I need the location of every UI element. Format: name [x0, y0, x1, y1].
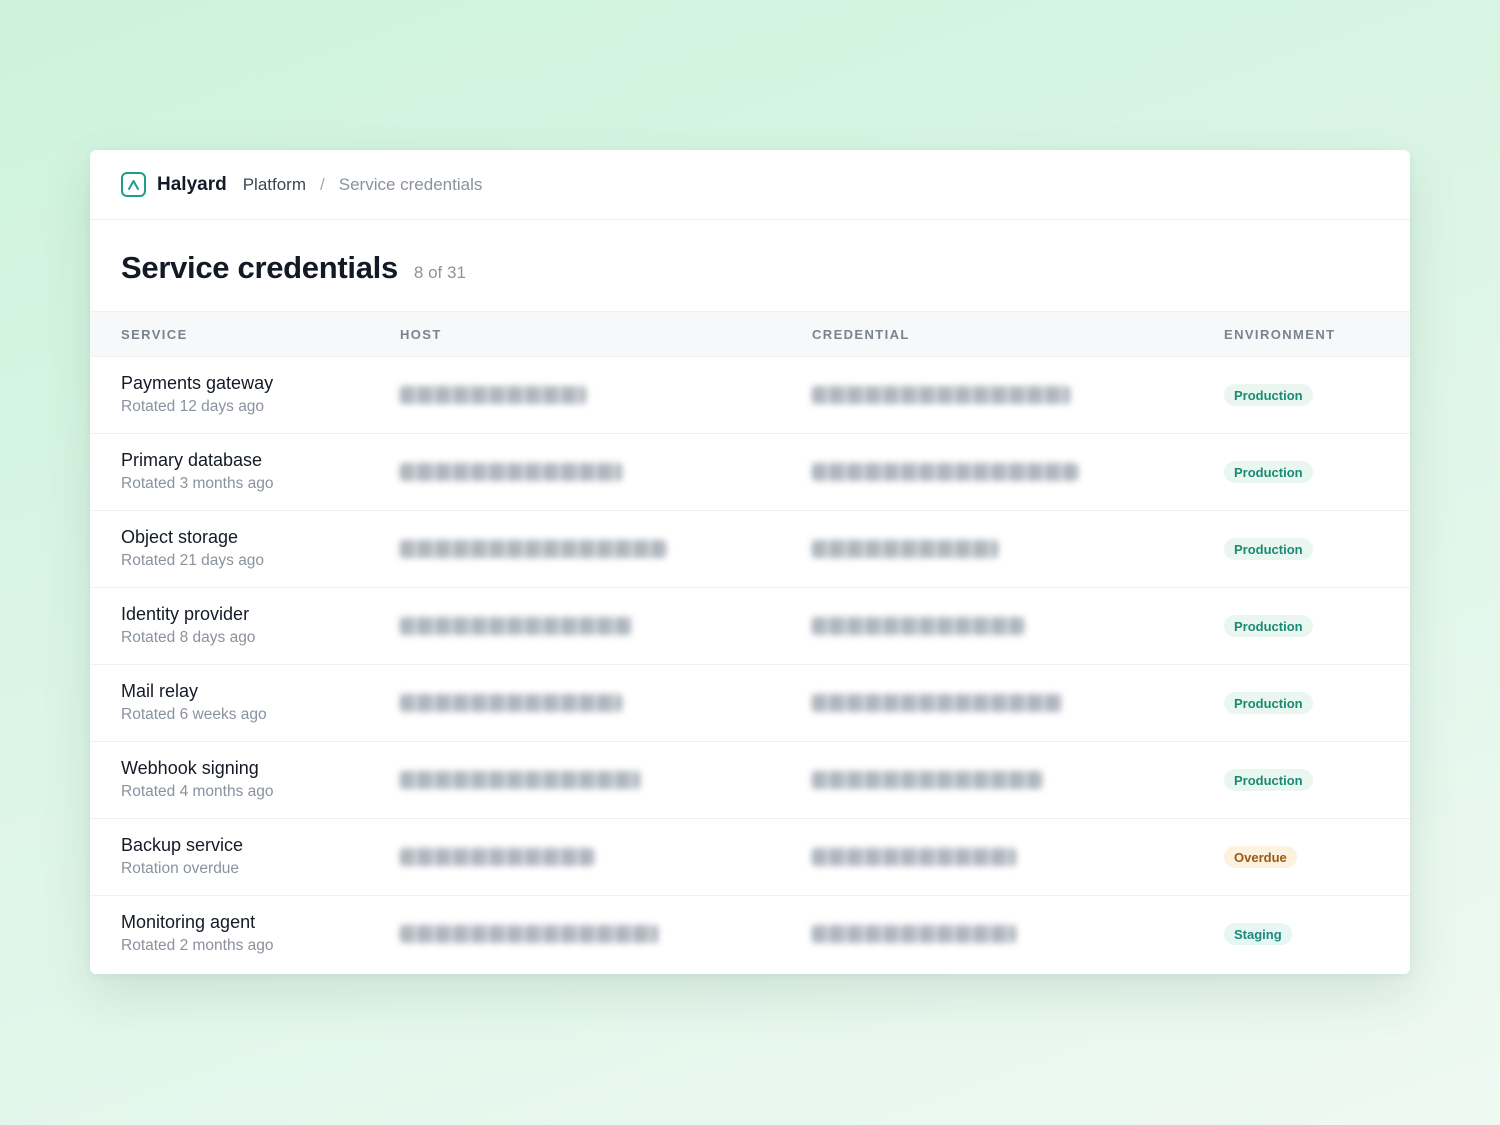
page-title: Service credentials: [121, 250, 398, 285]
credential-redacted: [812, 540, 998, 558]
host-redacted: [400, 771, 640, 789]
host-redacted: [400, 694, 622, 712]
credential-redacted: [812, 848, 1016, 866]
page-header: Service credentials 8 of 31: [90, 220, 1410, 311]
rotation-status: Rotation overdue: [121, 860, 240, 877]
credential-redacted: [812, 617, 1024, 635]
service-name[interactable]: Mail relay: [121, 681, 198, 702]
environment-badge: Production: [1224, 615, 1313, 637]
environment-badge: Staging: [1224, 923, 1292, 945]
column-header-service[interactable]: SERVICE: [121, 327, 188, 342]
credential-redacted: [812, 694, 1062, 712]
top-bar: Halyard Platform / Service credentials: [90, 150, 1410, 220]
breadcrumb-separator: /: [320, 174, 325, 194]
rotation-status: Rotated 6 weeks ago: [121, 706, 267, 723]
table-row[interactable]: Webhook signing Rotated 4 months ago Pro…: [90, 742, 1410, 819]
column-header-host[interactable]: HOST: [400, 327, 442, 342]
host-redacted: [400, 540, 666, 558]
service-name[interactable]: Payments gateway: [121, 373, 273, 394]
environment-badge: Production: [1224, 461, 1313, 483]
table-row[interactable]: Primary database Rotated 3 months ago Pr…: [90, 434, 1410, 511]
column-header-credential[interactable]: CREDENTIAL: [812, 327, 910, 342]
host-redacted: [400, 925, 658, 943]
rotation-status: Rotated 4 months ago: [121, 783, 274, 800]
environment-badge: Production: [1224, 769, 1313, 791]
credential-redacted: [812, 771, 1042, 789]
host-redacted: [400, 848, 594, 866]
environment-badge: Overdue: [1224, 846, 1297, 868]
environment-badge: Production: [1224, 538, 1313, 560]
result-count: 8 of 31: [413, 263, 466, 282]
breadcrumb-platform[interactable]: Platform: [243, 175, 306, 195]
table-row[interactable]: Identity provider Rotated 8 days ago Pro…: [90, 588, 1410, 665]
breadcrumb-current: Service credentials: [338, 174, 483, 194]
rotation-status: Rotated 8 days ago: [121, 629, 256, 646]
host-redacted: [400, 463, 622, 481]
rotation-status: Rotated 2 months ago: [121, 937, 274, 954]
service-name[interactable]: Monitoring agent: [121, 912, 255, 933]
rotation-status: Rotated 12 days ago: [121, 398, 265, 415]
brand-name[interactable]: Halyard: [157, 174, 227, 196]
column-header-environment[interactable]: ENVIRONMENT: [1224, 327, 1335, 342]
service-name[interactable]: Backup service: [121, 835, 243, 856]
table-body: Payments gateway Rotated 12 days ago Pro…: [90, 357, 1410, 973]
rotation-status: Rotated 21 days ago: [121, 552, 265, 569]
environment-badge: Production: [1224, 692, 1313, 714]
halyard-logo-icon[interactable]: [121, 172, 146, 197]
credentials-panel: Halyard Platform / Service credentials S…: [90, 150, 1410, 974]
table-row[interactable]: Backup service Rotation overdue Overdue: [90, 819, 1410, 896]
credential-redacted: [812, 925, 1016, 943]
host-redacted: [400, 617, 632, 635]
table-row[interactable]: Mail relay Rotated 6 weeks ago Productio…: [90, 665, 1410, 742]
service-name[interactable]: Webhook signing: [121, 758, 259, 779]
service-name[interactable]: Object storage: [121, 527, 238, 548]
service-name[interactable]: Identity provider: [121, 604, 249, 625]
table-row[interactable]: Monitoring agent Rotated 2 months ago St…: [90, 896, 1410, 973]
credential-redacted: [812, 463, 1078, 481]
table-header: SERVICE HOST CREDENTIAL ENVIRONMENT: [90, 311, 1410, 357]
table-row[interactable]: Object storage Rotated 21 days ago Produ…: [90, 511, 1410, 588]
table-row[interactable]: Payments gateway Rotated 12 days ago Pro…: [90, 357, 1410, 434]
rotation-status: Rotated 3 months ago: [121, 475, 274, 492]
credential-redacted: [812, 386, 1070, 404]
environment-badge: Production: [1224, 384, 1313, 406]
service-name[interactable]: Primary database: [121, 450, 262, 471]
host-redacted: [400, 386, 586, 404]
